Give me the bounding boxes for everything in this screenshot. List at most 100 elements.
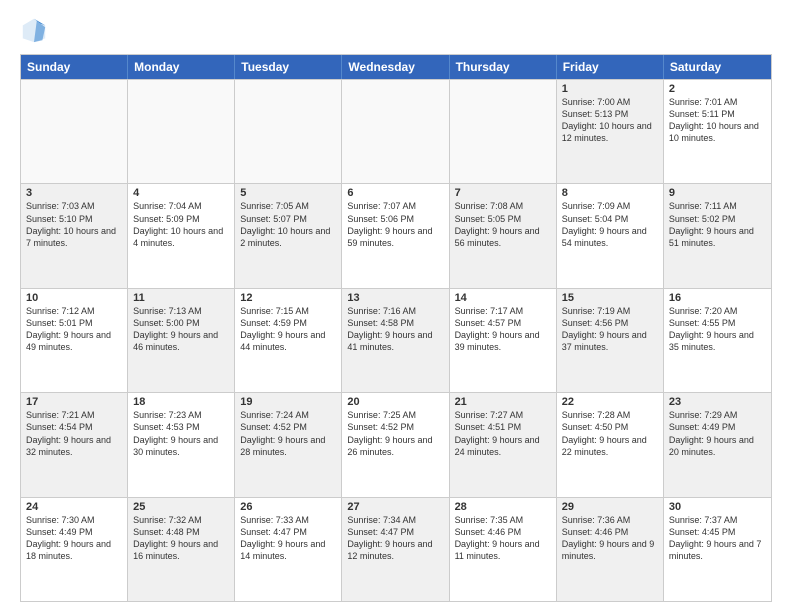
day-info: Sunrise: 7:34 AM Sunset: 4:47 PM Dayligh… bbox=[347, 514, 443, 563]
day-info: Sunrise: 7:36 AM Sunset: 4:46 PM Dayligh… bbox=[562, 514, 658, 563]
logo-icon bbox=[20, 16, 48, 44]
calendar-cell: 1Sunrise: 7:00 AM Sunset: 5:13 PM Daylig… bbox=[557, 80, 664, 183]
calendar-cell: 12Sunrise: 7:15 AM Sunset: 4:59 PM Dayli… bbox=[235, 289, 342, 392]
day-info: Sunrise: 7:27 AM Sunset: 4:51 PM Dayligh… bbox=[455, 409, 551, 458]
day-info: Sunrise: 7:13 AM Sunset: 5:00 PM Dayligh… bbox=[133, 305, 229, 354]
day-number: 4 bbox=[133, 187, 229, 199]
calendar-cell: 28Sunrise: 7:35 AM Sunset: 4:46 PM Dayli… bbox=[450, 498, 557, 601]
day-info: Sunrise: 7:05 AM Sunset: 5:07 PM Dayligh… bbox=[240, 200, 336, 249]
day-number: 2 bbox=[669, 83, 766, 95]
calendar-cell: 22Sunrise: 7:28 AM Sunset: 4:50 PM Dayli… bbox=[557, 393, 664, 496]
day-info: Sunrise: 7:09 AM Sunset: 5:04 PM Dayligh… bbox=[562, 200, 658, 249]
day-info: Sunrise: 7:24 AM Sunset: 4:52 PM Dayligh… bbox=[240, 409, 336, 458]
calendar-cell: 15Sunrise: 7:19 AM Sunset: 4:56 PM Dayli… bbox=[557, 289, 664, 392]
day-info: Sunrise: 7:12 AM Sunset: 5:01 PM Dayligh… bbox=[26, 305, 122, 354]
day-number: 5 bbox=[240, 187, 336, 199]
day-number: 9 bbox=[669, 187, 766, 199]
day-info: Sunrise: 7:11 AM Sunset: 5:02 PM Dayligh… bbox=[669, 200, 766, 249]
day-info: Sunrise: 7:23 AM Sunset: 4:53 PM Dayligh… bbox=[133, 409, 229, 458]
calendar-row: 17Sunrise: 7:21 AM Sunset: 4:54 PM Dayli… bbox=[21, 392, 771, 496]
calendar-cell: 20Sunrise: 7:25 AM Sunset: 4:52 PM Dayli… bbox=[342, 393, 449, 496]
day-info: Sunrise: 7:01 AM Sunset: 5:11 PM Dayligh… bbox=[669, 96, 766, 145]
calendar-header-cell: Thursday bbox=[450, 55, 557, 79]
calendar-cell: 6Sunrise: 7:07 AM Sunset: 5:06 PM Daylig… bbox=[342, 184, 449, 287]
calendar-row: 3Sunrise: 7:03 AM Sunset: 5:10 PM Daylig… bbox=[21, 183, 771, 287]
calendar-cell: 7Sunrise: 7:08 AM Sunset: 5:05 PM Daylig… bbox=[450, 184, 557, 287]
page: SundayMondayTuesdayWednesdayThursdayFrid… bbox=[0, 0, 792, 612]
calendar-cell: 16Sunrise: 7:20 AM Sunset: 4:55 PM Dayli… bbox=[664, 289, 771, 392]
day-info: Sunrise: 7:28 AM Sunset: 4:50 PM Dayligh… bbox=[562, 409, 658, 458]
calendar-cell bbox=[342, 80, 449, 183]
calendar-cell: 5Sunrise: 7:05 AM Sunset: 5:07 PM Daylig… bbox=[235, 184, 342, 287]
day-info: Sunrise: 7:33 AM Sunset: 4:47 PM Dayligh… bbox=[240, 514, 336, 563]
day-info: Sunrise: 7:17 AM Sunset: 4:57 PM Dayligh… bbox=[455, 305, 551, 354]
calendar-cell: 25Sunrise: 7:32 AM Sunset: 4:48 PM Dayli… bbox=[128, 498, 235, 601]
calendar-cell: 30Sunrise: 7:37 AM Sunset: 4:45 PM Dayli… bbox=[664, 498, 771, 601]
day-number: 10 bbox=[26, 292, 122, 304]
day-number: 27 bbox=[347, 501, 443, 513]
day-number: 21 bbox=[455, 396, 551, 408]
day-info: Sunrise: 7:19 AM Sunset: 4:56 PM Dayligh… bbox=[562, 305, 658, 354]
day-info: Sunrise: 7:03 AM Sunset: 5:10 PM Dayligh… bbox=[26, 200, 122, 249]
logo bbox=[20, 16, 52, 44]
calendar-cell: 14Sunrise: 7:17 AM Sunset: 4:57 PM Dayli… bbox=[450, 289, 557, 392]
calendar-cell: 24Sunrise: 7:30 AM Sunset: 4:49 PM Dayli… bbox=[21, 498, 128, 601]
day-info: Sunrise: 7:35 AM Sunset: 4:46 PM Dayligh… bbox=[455, 514, 551, 563]
day-number: 14 bbox=[455, 292, 551, 304]
day-info: Sunrise: 7:00 AM Sunset: 5:13 PM Dayligh… bbox=[562, 96, 658, 145]
calendar-cell: 11Sunrise: 7:13 AM Sunset: 5:00 PM Dayli… bbox=[128, 289, 235, 392]
day-number: 16 bbox=[669, 292, 766, 304]
day-info: Sunrise: 7:32 AM Sunset: 4:48 PM Dayligh… bbox=[133, 514, 229, 563]
calendar-cell: 27Sunrise: 7:34 AM Sunset: 4:47 PM Dayli… bbox=[342, 498, 449, 601]
day-number: 19 bbox=[240, 396, 336, 408]
calendar-cell bbox=[235, 80, 342, 183]
day-number: 22 bbox=[562, 396, 658, 408]
day-info: Sunrise: 7:25 AM Sunset: 4:52 PM Dayligh… bbox=[347, 409, 443, 458]
calendar-cell: 9Sunrise: 7:11 AM Sunset: 5:02 PM Daylig… bbox=[664, 184, 771, 287]
calendar-row: 10Sunrise: 7:12 AM Sunset: 5:01 PM Dayli… bbox=[21, 288, 771, 392]
day-number: 11 bbox=[133, 292, 229, 304]
header bbox=[20, 16, 772, 44]
day-number: 6 bbox=[347, 187, 443, 199]
calendar-cell: 10Sunrise: 7:12 AM Sunset: 5:01 PM Dayli… bbox=[21, 289, 128, 392]
calendar-row: 1Sunrise: 7:00 AM Sunset: 5:13 PM Daylig… bbox=[21, 79, 771, 183]
day-info: Sunrise: 7:07 AM Sunset: 5:06 PM Dayligh… bbox=[347, 200, 443, 249]
calendar-header-cell: Sunday bbox=[21, 55, 128, 79]
day-number: 7 bbox=[455, 187, 551, 199]
day-number: 26 bbox=[240, 501, 336, 513]
day-number: 23 bbox=[669, 396, 766, 408]
day-number: 18 bbox=[133, 396, 229, 408]
calendar-cell: 23Sunrise: 7:29 AM Sunset: 4:49 PM Dayli… bbox=[664, 393, 771, 496]
calendar-header-cell: Wednesday bbox=[342, 55, 449, 79]
day-info: Sunrise: 7:30 AM Sunset: 4:49 PM Dayligh… bbox=[26, 514, 122, 563]
calendar-cell: 29Sunrise: 7:36 AM Sunset: 4:46 PM Dayli… bbox=[557, 498, 664, 601]
day-info: Sunrise: 7:15 AM Sunset: 4:59 PM Dayligh… bbox=[240, 305, 336, 354]
calendar-cell: 26Sunrise: 7:33 AM Sunset: 4:47 PM Dayli… bbox=[235, 498, 342, 601]
day-info: Sunrise: 7:04 AM Sunset: 5:09 PM Dayligh… bbox=[133, 200, 229, 249]
calendar-header-cell: Friday bbox=[557, 55, 664, 79]
day-number: 25 bbox=[133, 501, 229, 513]
day-number: 29 bbox=[562, 501, 658, 513]
calendar-cell bbox=[21, 80, 128, 183]
day-number: 28 bbox=[455, 501, 551, 513]
day-info: Sunrise: 7:21 AM Sunset: 4:54 PM Dayligh… bbox=[26, 409, 122, 458]
day-number: 1 bbox=[562, 83, 658, 95]
day-info: Sunrise: 7:29 AM Sunset: 4:49 PM Dayligh… bbox=[669, 409, 766, 458]
day-number: 30 bbox=[669, 501, 766, 513]
calendar-cell: 2Sunrise: 7:01 AM Sunset: 5:11 PM Daylig… bbox=[664, 80, 771, 183]
calendar-cell: 3Sunrise: 7:03 AM Sunset: 5:10 PM Daylig… bbox=[21, 184, 128, 287]
day-info: Sunrise: 7:20 AM Sunset: 4:55 PM Dayligh… bbox=[669, 305, 766, 354]
calendar-cell: 19Sunrise: 7:24 AM Sunset: 4:52 PM Dayli… bbox=[235, 393, 342, 496]
calendar-cell bbox=[128, 80, 235, 183]
day-number: 8 bbox=[562, 187, 658, 199]
day-info: Sunrise: 7:37 AM Sunset: 4:45 PM Dayligh… bbox=[669, 514, 766, 563]
calendar-row: 24Sunrise: 7:30 AM Sunset: 4:49 PM Dayli… bbox=[21, 497, 771, 601]
day-number: 3 bbox=[26, 187, 122, 199]
calendar-cell: 17Sunrise: 7:21 AM Sunset: 4:54 PM Dayli… bbox=[21, 393, 128, 496]
calendar: SundayMondayTuesdayWednesdayThursdayFrid… bbox=[20, 54, 772, 602]
calendar-cell: 4Sunrise: 7:04 AM Sunset: 5:09 PM Daylig… bbox=[128, 184, 235, 287]
day-number: 12 bbox=[240, 292, 336, 304]
calendar-header-cell: Saturday bbox=[664, 55, 771, 79]
calendar-header-cell: Tuesday bbox=[235, 55, 342, 79]
day-info: Sunrise: 7:08 AM Sunset: 5:05 PM Dayligh… bbox=[455, 200, 551, 249]
